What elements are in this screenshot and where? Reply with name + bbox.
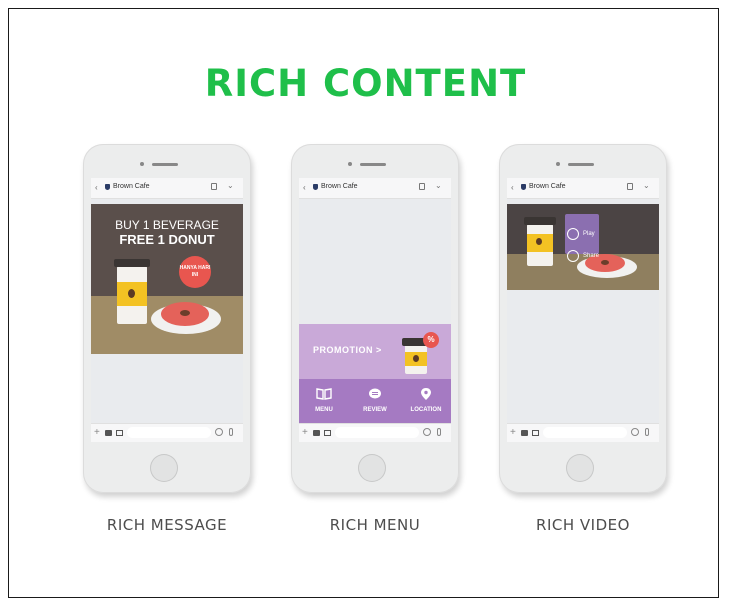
back-icon[interactable]: ‹ [95,183,98,192]
image-icon[interactable] [116,430,123,436]
camera-icon[interactable] [313,430,320,436]
menu-item-label: LOCATION [410,407,442,413]
play-label: Play [583,231,595,237]
chat-name: Brown Cafe [529,183,566,190]
promo-badge: HANYA HARI INI [179,256,211,288]
chevron-down-icon[interactable]: ⌄ [227,181,234,190]
phone-rich-video: ‹ Brown Cafe ⌄ Play Share + [499,144,667,493]
map-pin-icon [421,388,431,400]
coffee-bean-icon [413,355,419,362]
percent-badge: % [423,332,439,348]
chevron-down-icon[interactable]: ⌄ [435,181,442,190]
mic-icon[interactable] [645,428,649,436]
caption-rich-menu: RICH MENU [329,516,421,534]
chat-input-bar: + [299,423,451,442]
speaker-slot [360,163,386,166]
rich-message-banner[interactable]: BUY 1 BEVERAGE FREE 1 DONUT HANYA HARI I… [91,204,243,354]
rich-video-player[interactable]: Play Share [507,204,659,290]
donut-icon [161,302,209,326]
phone-rich-message: ‹ Brown Cafe ⌄ BUY 1 BEVERAGE FREE 1 DON… [83,144,251,493]
menu-item-menu[interactable]: MENU [299,379,349,424]
home-button[interactable] [358,454,386,482]
menu-item-label: REVIEW [363,407,387,413]
chat-input-bar: + [507,423,659,442]
coffee-bean-icon [536,238,542,245]
menu-item-review[interactable]: REVIEW [350,379,400,424]
chat-header: ‹ Brown Cafe ⌄ [507,178,659,199]
plus-icon[interactable]: + [510,427,516,438]
promotion-label: PROMOTION > [313,345,382,355]
speaker-slot [568,163,594,166]
message-input[interactable] [127,427,211,438]
share-label: Share [583,253,600,259]
banner-line-1: BUY 1 BEVERAGE [115,218,219,232]
message-input[interactable] [335,427,419,438]
home-button[interactable] [566,454,594,482]
coffee-cup-icon [402,338,430,374]
image-icon[interactable] [324,430,331,436]
chat-header: ‹ Brown Cafe ⌄ [299,178,451,199]
play-icon [567,228,579,240]
chat-bubble-icon [369,388,381,399]
shield-icon [313,184,318,190]
cup-lid [524,217,556,225]
book-icon [316,388,332,400]
back-icon[interactable]: ‹ [303,183,306,192]
plus-icon[interactable]: + [302,427,308,438]
page-title: RICH CONTENT [204,62,527,105]
chat-name: Brown Cafe [113,183,150,190]
coffee-cup-icon [524,217,556,266]
cup-lid [114,259,150,267]
caption-rich-video: RICH VIDEO [536,516,630,534]
chat-screen: ‹ Brown Cafe ⌄ BUY 1 BEVERAGE FREE 1 DON… [91,178,243,442]
home-button[interactable] [150,454,178,482]
message-input[interactable] [543,427,627,438]
caption-rich-message: RICH MESSAGE [106,516,228,534]
camera-icon[interactable] [105,430,112,436]
list-icon[interactable] [627,183,633,190]
chat-screen: ‹ Brown Cafe ⌄ Play Share + [507,178,659,442]
donut-hole [180,310,190,316]
chat-screen: ‹ Brown Cafe ⌄ PROMOTION > % MENU REVIEW… [299,178,451,442]
list-icon[interactable] [419,183,425,190]
phone-rich-menu: ‹ Brown Cafe ⌄ PROMOTION > % MENU REVIEW… [291,144,459,493]
speaker-slot [152,163,178,166]
promotion-banner[interactable]: PROMOTION > % [299,324,451,379]
list-icon[interactable] [211,183,217,190]
menu-item-label: MENU [315,407,333,413]
share-icon [567,250,579,262]
rich-menu-bar: MENU REVIEW LOCATION [299,379,451,424]
shield-icon [521,184,526,190]
chat-name: Brown Cafe [321,183,358,190]
camera-dot [348,162,352,166]
emoji-icon[interactable] [631,428,639,436]
image-icon[interactable] [532,430,539,436]
back-icon[interactable]: ‹ [511,183,514,192]
mic-icon[interactable] [437,428,441,436]
mic-icon[interactable] [229,428,233,436]
shield-icon [105,184,110,190]
camera-dot [556,162,560,166]
chevron-down-icon[interactable]: ⌄ [643,181,650,190]
chat-header: ‹ Brown Cafe ⌄ [91,178,243,199]
camera-icon[interactable] [521,430,528,436]
emoji-icon[interactable] [215,428,223,436]
play-button[interactable]: Play [567,228,627,244]
chat-input-bar: + [91,423,243,442]
coffee-cup-icon [114,259,150,324]
plus-icon[interactable]: + [94,427,100,438]
menu-item-location[interactable]: LOCATION [401,379,451,424]
emoji-icon[interactable] [423,428,431,436]
coffee-bean-icon [128,289,135,298]
share-button[interactable]: Share [567,250,627,266]
banner-line-2: FREE 1 DONUT [119,232,215,247]
camera-dot [140,162,144,166]
